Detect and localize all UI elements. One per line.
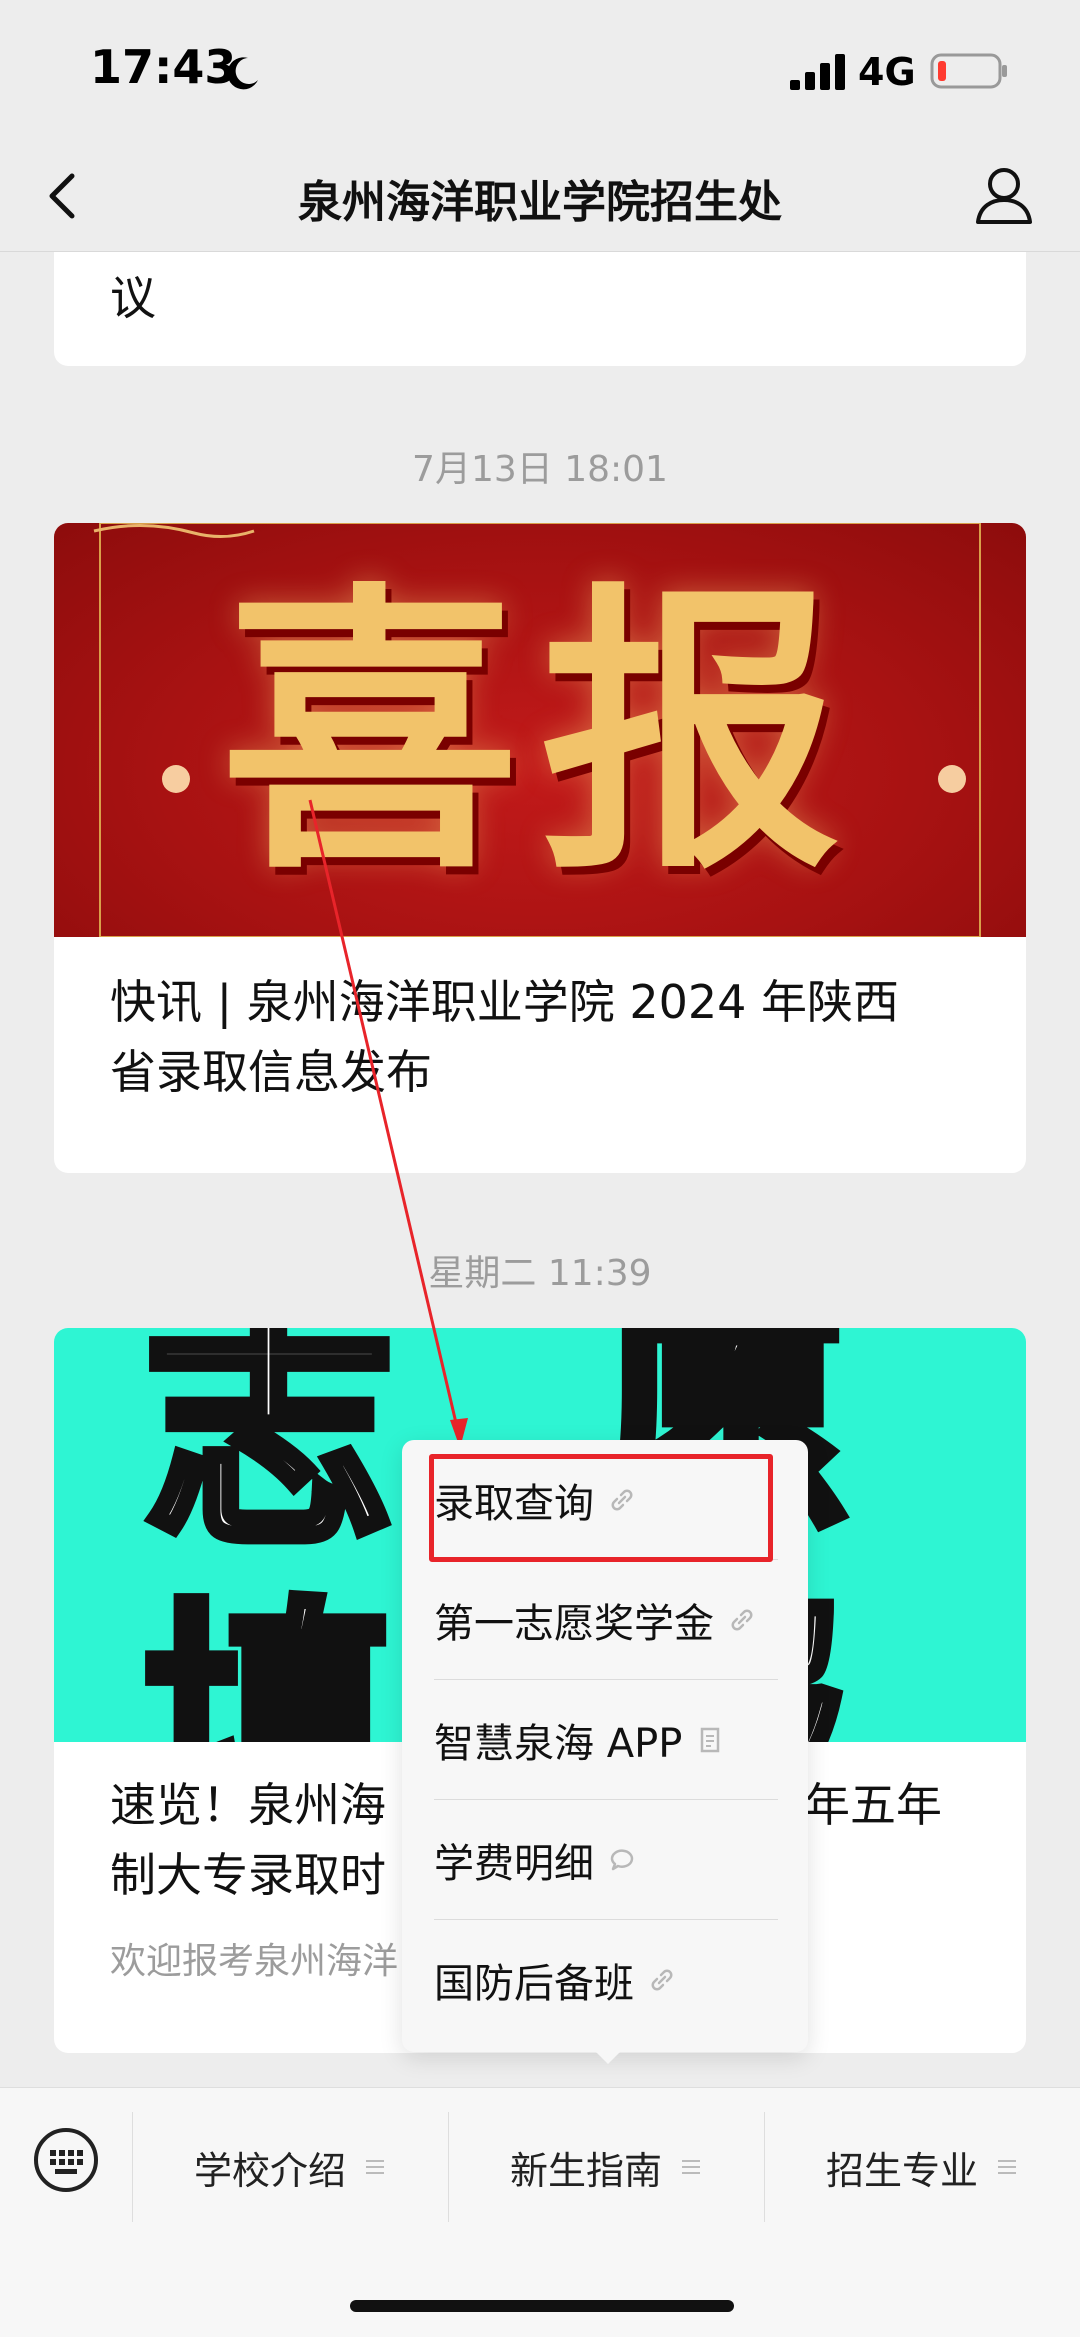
message-timestamp: 星期二 11:39	[428, 1253, 652, 1294]
article-title: 议	[110, 271, 156, 325]
submenu-item-label: 国防后备班	[434, 1961, 634, 2007]
menu-lines-icon	[366, 2160, 384, 2174]
nav-bar: 泉州海洋职业学院招生处	[0, 140, 1080, 252]
menu-button-freshman-guide[interactable]: 新生指南	[448, 2112, 764, 2222]
status-bar: 17:43 4G	[0, 0, 1080, 140]
article-cover-image: 喜报	[54, 523, 1026, 937]
article-card[interactable]: 喜报 快讯 | 泉州海洋职业学院 2024 年陕西 省录取信息发布	[54, 523, 1026, 1173]
article-title-line1-left: 速览！泉州海	[110, 1778, 386, 1832]
network-type: 4G	[858, 50, 916, 94]
moon-icon	[227, 57, 258, 90]
popup-pointer	[590, 2046, 626, 2064]
submenu-item-label: 智慧泉海 APP	[434, 1720, 683, 1767]
menu-button-school-intro[interactable]: 学校介绍	[132, 2112, 448, 2222]
article-card-partial[interactable]: 议	[54, 252, 1026, 366]
article-subtitle: 欢迎报考泉州海洋	[110, 1941, 399, 1982]
page-title: 泉州海洋职业学院招生处	[298, 177, 782, 228]
menu-lines-icon	[998, 2160, 1016, 2174]
signal-icon	[790, 54, 845, 90]
submenu-item-reserve-class[interactable]: 国防后备班	[434, 1920, 778, 2040]
article-title-line2: 制大专录取时	[110, 1848, 386, 1902]
submenu-item-label: 学费明细	[434, 1840, 594, 1887]
article-title-line1-right: 年五年	[804, 1778, 942, 1832]
menu-button-label: 招生专业	[825, 2148, 978, 2193]
link-icon	[731, 1609, 753, 1630]
submenu-item-smart-app[interactable]: 智慧泉海 APP	[434, 1680, 778, 1800]
menu-button-majors[interactable]: 招生专业	[764, 2112, 1080, 2222]
menu-lines-icon	[682, 2160, 700, 2174]
submenu-item-label: 第一志愿奖学金	[434, 1600, 714, 1647]
article-title-line2: 省录取信息发布	[110, 1045, 432, 1099]
status-time: 17:43	[90, 40, 237, 94]
submenu-item-tuition[interactable]: 学费明细	[434, 1800, 778, 1920]
keyboard-icon[interactable]	[32, 2126, 100, 2194]
message-timestamp: 7月13日 18:01	[412, 449, 668, 490]
chat-bubble-icon	[610, 1848, 634, 1870]
annotation-highlight-box	[429, 1454, 773, 1562]
document-icon	[701, 1727, 720, 1752]
menu-button-label: 新生指南	[509, 2148, 662, 2193]
menu-button-label: 学校介绍	[193, 2148, 346, 2193]
banner-headline: 喜报	[220, 556, 860, 909]
home-indicator[interactable]	[350, 2300, 734, 2312]
link-icon	[651, 1969, 673, 1991]
battery-low-icon	[930, 53, 1007, 89]
profile-icon[interactable]	[968, 160, 1040, 232]
article-title-line1: 快讯 | 泉州海洋职业学院 2024 年陕西	[110, 975, 900, 1029]
submenu-item-scholarship[interactable]: 第一志愿奖学金	[434, 1560, 778, 1680]
